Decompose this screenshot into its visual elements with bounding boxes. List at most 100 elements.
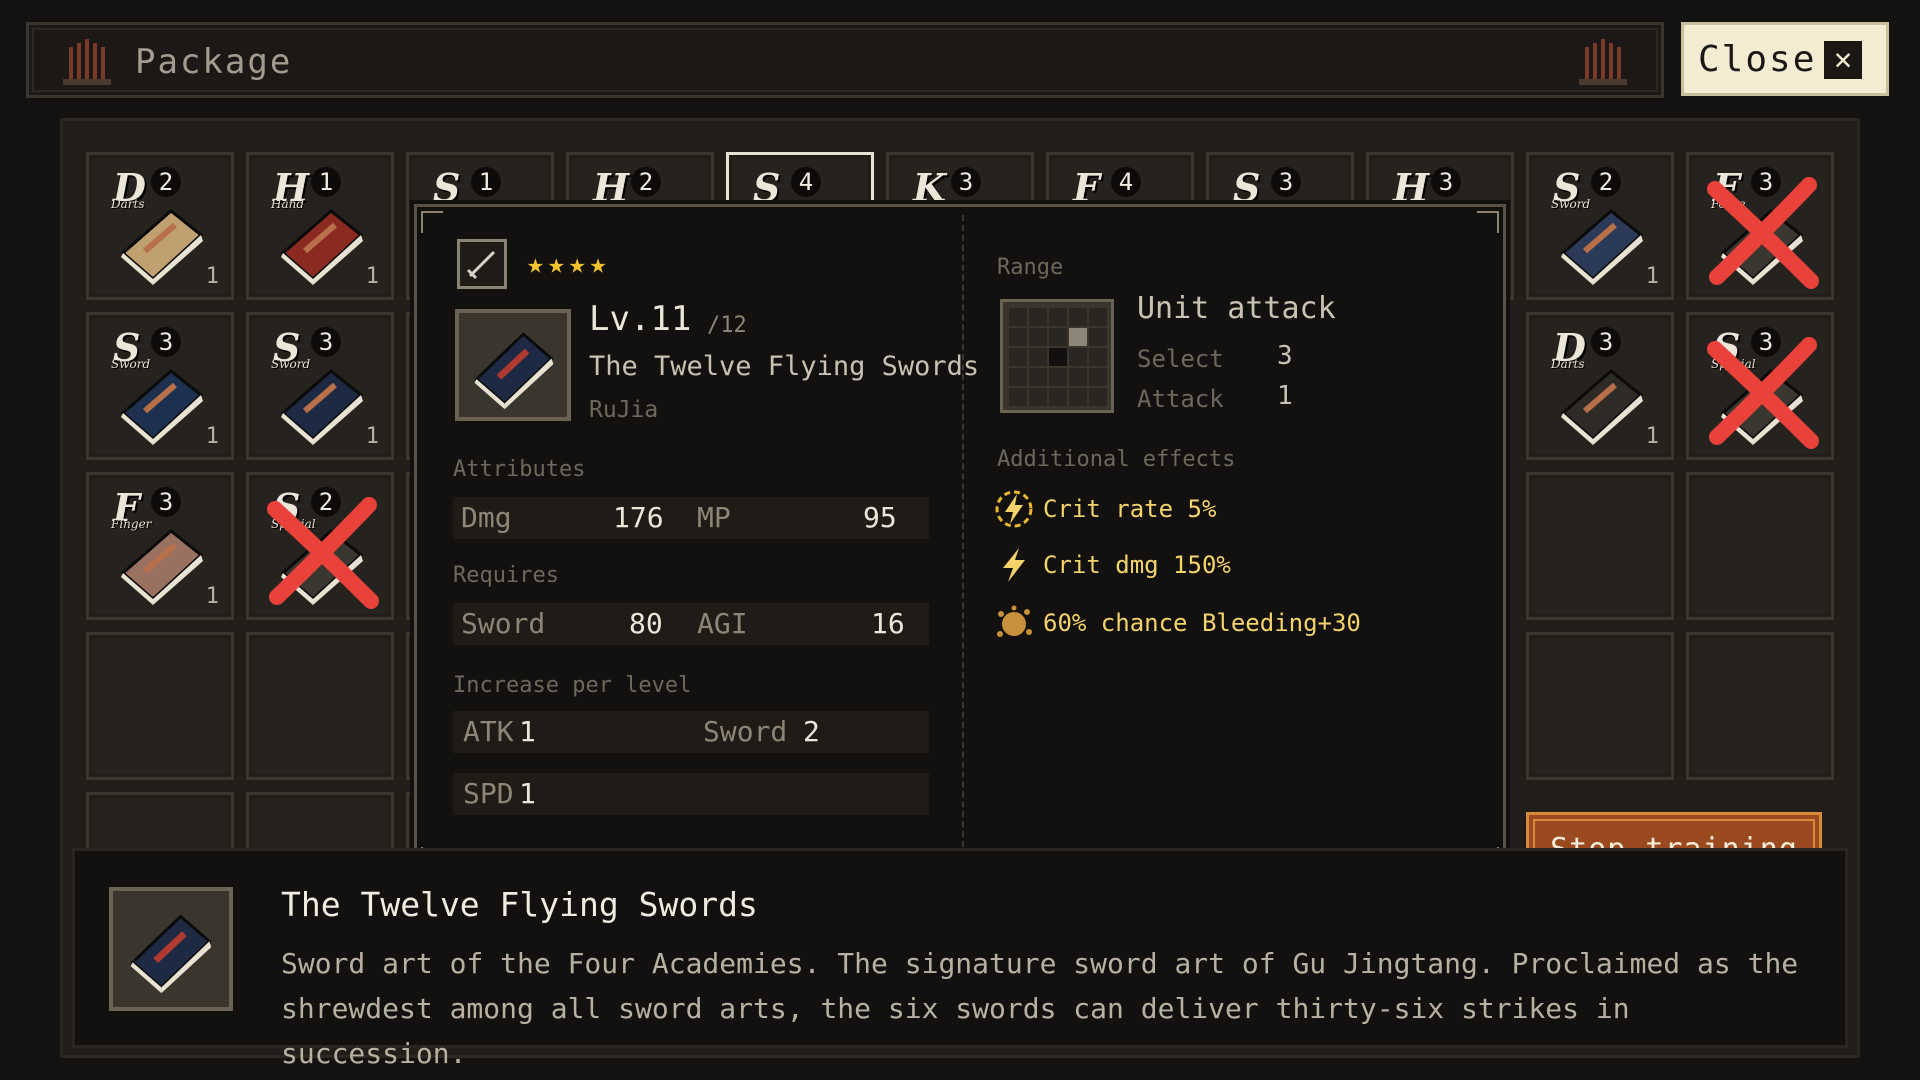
inc-spd-value: 1 xyxy=(519,777,536,810)
inventory-slot[interactable]: F 3 Finger 1 xyxy=(86,472,234,620)
requires-row: Sword 80 AGI 16 xyxy=(453,603,929,645)
lightning-icon xyxy=(1003,548,1025,582)
crit-rate-icon xyxy=(995,490,1033,528)
inventory-slot[interactable]: S 2 Sword 1 xyxy=(1526,152,1674,300)
description-title: The Twelve Flying Swords xyxy=(281,885,758,924)
tier-number: 4 xyxy=(791,167,821,197)
range-grid xyxy=(1000,299,1114,413)
close-icon: ✕ xyxy=(1824,41,1862,79)
close-button[interactable]: Close ✕ xyxy=(1681,22,1889,96)
tier-number: 1 xyxy=(311,167,341,197)
dmg-value: 176 xyxy=(613,501,664,534)
skill-school: RuJia xyxy=(589,397,659,423)
bleed-icon xyxy=(997,605,1032,637)
unavailable-x-icon xyxy=(1707,337,1819,449)
unavailable-x-icon xyxy=(1707,177,1819,289)
inventory-slot[interactable]: S 3 Sword 1 xyxy=(246,312,394,460)
increase-label: Increase per level xyxy=(453,673,692,698)
quantity: 1 xyxy=(205,584,219,609)
tier-number: 3 xyxy=(151,487,181,517)
skill-level-max: /12 xyxy=(707,313,747,338)
category-label: Hand xyxy=(271,197,305,211)
quantity: 1 xyxy=(365,424,379,449)
skill-name: The Twelve Flying Swords xyxy=(589,351,980,382)
quantity: 1 xyxy=(205,424,219,449)
tier-number: 3 xyxy=(1591,327,1621,357)
effect-text: Crit dmg 150% xyxy=(1043,551,1231,579)
skill-level: Lv.11 xyxy=(589,299,692,339)
category-label: Sword xyxy=(1551,197,1591,211)
inventory-slot[interactable]: F 3 Force xyxy=(1686,152,1834,300)
inventory-slot[interactable]: S 3 Special xyxy=(1686,312,1834,460)
effect-text: 60% chance Bleeding+30 xyxy=(1043,609,1361,637)
unavailable-x-icon xyxy=(267,497,379,609)
skill-book-icon xyxy=(109,887,233,1011)
category-label: Darts xyxy=(1551,357,1585,371)
inc-sword-label: Sword xyxy=(703,715,788,748)
range-title: Unit attack xyxy=(1137,291,1336,326)
star-rating: ★★★★ xyxy=(527,247,611,280)
req-sword-value: 80 xyxy=(629,607,663,640)
package-header: Package xyxy=(26,22,1664,98)
attributes-label: Attributes xyxy=(453,457,586,482)
close-label: Close xyxy=(1698,39,1817,80)
effects-label: Additional effects xyxy=(997,447,1236,472)
quantity: 1 xyxy=(1645,264,1659,289)
attributes-row: Dmg 176 MP 95 xyxy=(453,497,929,539)
tier-number: 4 xyxy=(1111,167,1141,197)
quantity: 1 xyxy=(1645,424,1659,449)
increase-row: SPD 1 xyxy=(453,773,929,815)
category-label: Sword xyxy=(111,357,151,371)
mp-value: 95 xyxy=(863,501,897,534)
page-title: Package xyxy=(135,42,293,82)
tier-number: 2 xyxy=(631,167,661,197)
inventory-slot[interactable]: H 1 Hand 1 xyxy=(246,152,394,300)
req-sword-label: Sword xyxy=(461,607,546,640)
empty-slot[interactable] xyxy=(86,632,234,780)
tier-number: 3 xyxy=(1431,167,1461,197)
dmg-label: Dmg xyxy=(461,501,512,534)
req-agi-label: AGI xyxy=(697,607,748,640)
tier-number: 3 xyxy=(151,327,181,357)
category-label: Sword xyxy=(271,357,311,371)
inventory-slot[interactable]: S 3 Sword 1 xyxy=(86,312,234,460)
tier-number: 2 xyxy=(1591,167,1621,197)
inventory-slot[interactable]: D 2 Darts 1 xyxy=(86,152,234,300)
empty-slot[interactable] xyxy=(1686,632,1834,780)
empty-slot[interactable] xyxy=(246,632,394,780)
sword-type-icon xyxy=(457,239,507,289)
tier-number: 3 xyxy=(951,167,981,197)
select-value: 3 xyxy=(1277,341,1293,371)
attack-value: 1 xyxy=(1277,381,1293,411)
empty-slot[interactable] xyxy=(1686,472,1834,620)
skill-book-icon xyxy=(455,309,571,421)
inc-atk-label: ATK xyxy=(463,715,514,748)
inc-atk-value: 1 xyxy=(519,715,536,748)
description-panel: The Twelve Flying Swords Sword art of th… xyxy=(72,848,1848,1070)
inventory-slot[interactable]: D 3 Darts 1 xyxy=(1526,312,1674,460)
effect-crit-dmg: Crit dmg 150% xyxy=(993,543,1231,587)
ornament-icon xyxy=(1579,39,1627,85)
category-label: Finger xyxy=(111,517,152,531)
req-agi-value: 16 xyxy=(871,607,905,640)
category-label: Darts xyxy=(111,197,145,211)
requires-label: Requires xyxy=(453,563,559,588)
range-label: Range xyxy=(997,255,1064,280)
tier-number: 1 xyxy=(471,167,501,197)
increase-row: ATK 1 Sword 2 xyxy=(453,711,929,753)
quantity: 1 xyxy=(205,264,219,289)
ornament-icon xyxy=(63,39,111,85)
empty-slot[interactable] xyxy=(1526,632,1674,780)
tier-number: 3 xyxy=(311,327,341,357)
quantity: 1 xyxy=(365,264,379,289)
effect-bleeding: 60% chance Bleeding+30 xyxy=(993,601,1361,645)
attack-label: Attack xyxy=(1137,385,1224,413)
inc-sword-value: 2 xyxy=(803,715,820,748)
inventory-slot[interactable]: S 2 Special xyxy=(246,472,394,620)
effect-text: Crit rate 5% xyxy=(1043,495,1217,523)
description-text: Sword art of the Four Academies. The sig… xyxy=(281,947,1799,1070)
skill-detail-popup: ★★★★ Lv.11 /12 The Twelve Flying Swords … xyxy=(414,204,1506,876)
effect-crit-rate: Crit rate 5% xyxy=(993,487,1216,531)
tier-number: 2 xyxy=(151,167,181,197)
empty-slot[interactable] xyxy=(1526,472,1674,620)
